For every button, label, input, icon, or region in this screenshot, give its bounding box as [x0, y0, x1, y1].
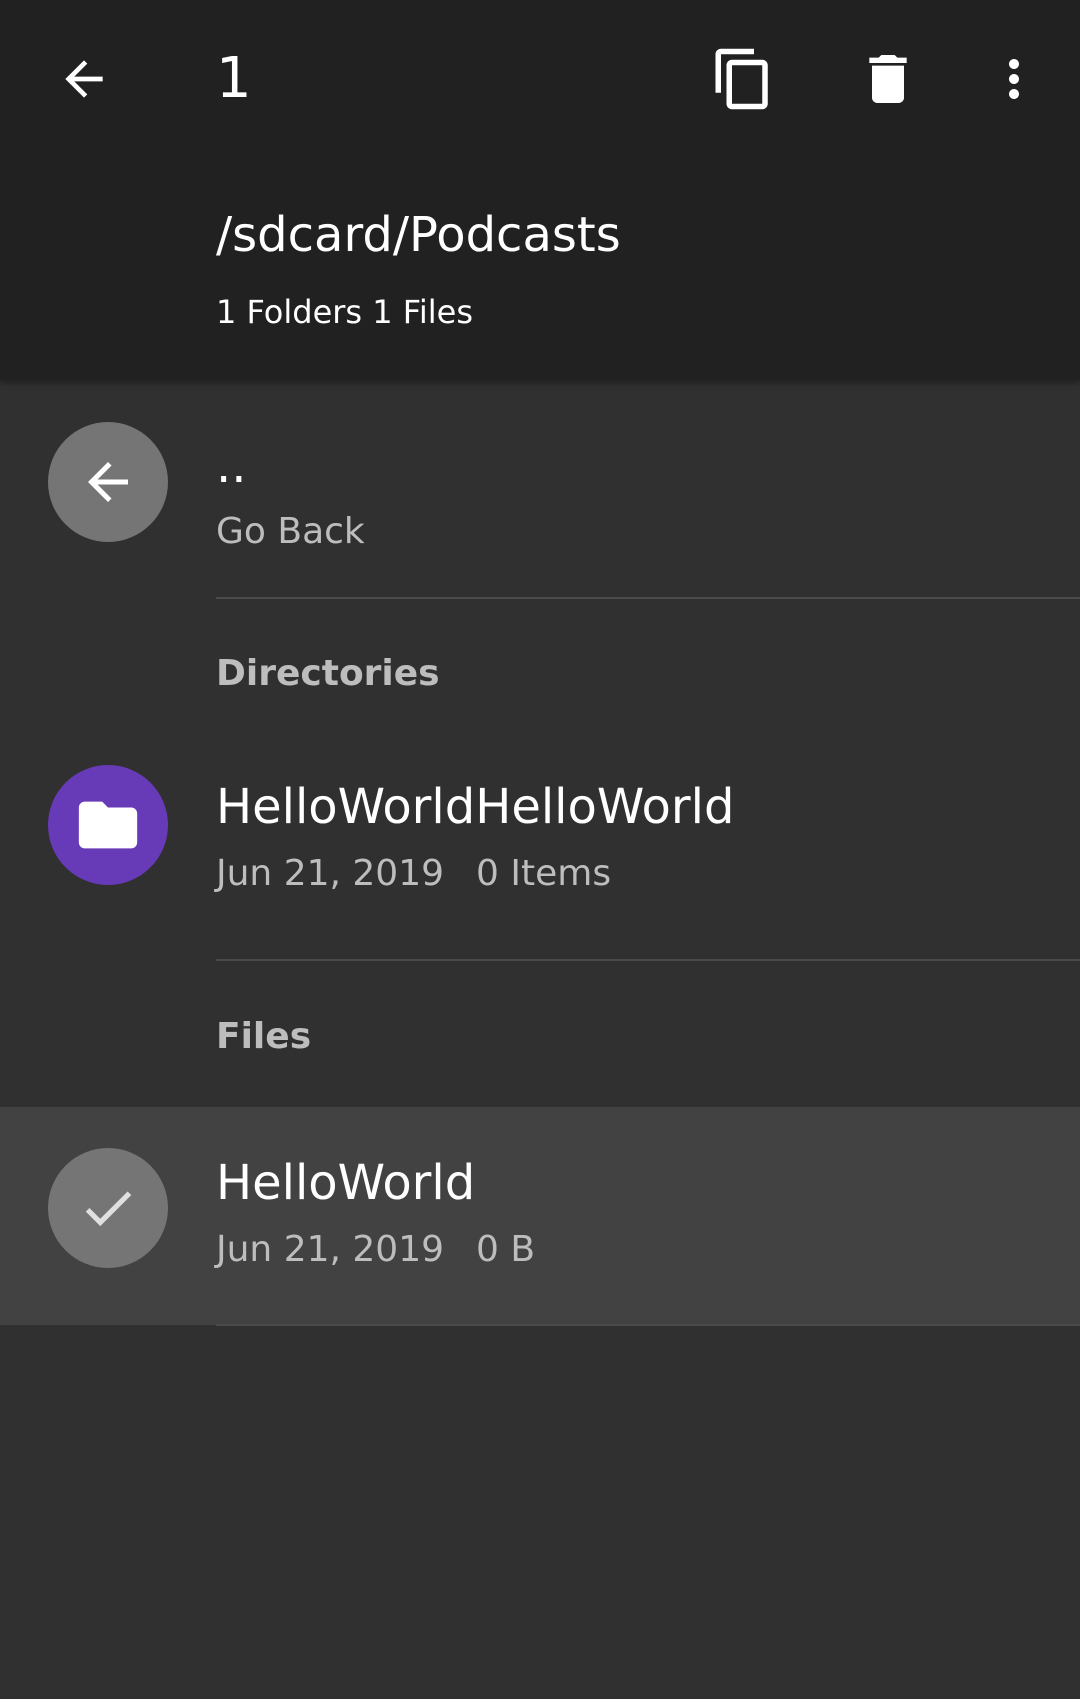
file-name: HelloWorld — [216, 1155, 476, 1211]
copy-button[interactable] — [695, 31, 791, 127]
current-path: /sdcard/Podcasts — [216, 207, 621, 263]
more-vert-icon — [1009, 59, 1019, 99]
more-options-button[interactable] — [966, 31, 1062, 127]
go-back-row[interactable]: .. Go Back — [0, 380, 1080, 598]
arrow-back-icon — [88, 462, 128, 502]
folder-summary: 1 Folders 1 Files — [216, 293, 474, 331]
go-back-avatar — [48, 422, 168, 542]
go-back-label: Go Back — [216, 511, 365, 552]
directory-meta: Jun 21, 2019 0 Items — [216, 851, 611, 897]
delete-icon — [869, 55, 907, 103]
delete-button[interactable] — [840, 31, 936, 127]
folder-icon — [78, 801, 138, 849]
file-meta: Jun 21, 2019 0 B — [216, 1227, 535, 1273]
selected-file-avatar — [48, 1148, 168, 1268]
copy-icon — [715, 48, 768, 110]
directory-date: Jun 21, 2019 — [216, 853, 445, 894]
folder-avatar — [48, 765, 168, 885]
parent-dir-name: .. — [216, 438, 247, 494]
divider — [216, 1324, 1080, 1326]
list-item-file[interactable]: HelloWorld Jun 21, 2019 0 B — [0, 1107, 1080, 1325]
app-bar: 1 /sdcard/Podcasts 1 Folders 1 Files — [0, 0, 1080, 380]
check-icon — [85, 1191, 132, 1227]
file-date: Jun 21, 2019 — [216, 1229, 445, 1270]
section-header-files: Files — [216, 1016, 312, 1057]
directory-item-count: 0 Items — [476, 853, 612, 894]
file-size: 0 B — [476, 1229, 536, 1270]
back-arrow-icon — [65, 60, 103, 98]
section-header-directories: Directories — [216, 653, 440, 694]
selection-count: 1 — [216, 46, 252, 111]
divider — [216, 597, 1080, 599]
list-item-directory[interactable]: HelloWorldHelloWorld Jun 21, 2019 0 Items — [0, 742, 1080, 960]
directory-name: HelloWorldHelloWorld — [216, 779, 735, 835]
divider — [216, 959, 1080, 961]
file-manager-screen: 1 /sdcard/Podcasts 1 Folders 1 Files .. … — [0, 0, 1080, 1699]
back-button[interactable] — [36, 31, 132, 127]
